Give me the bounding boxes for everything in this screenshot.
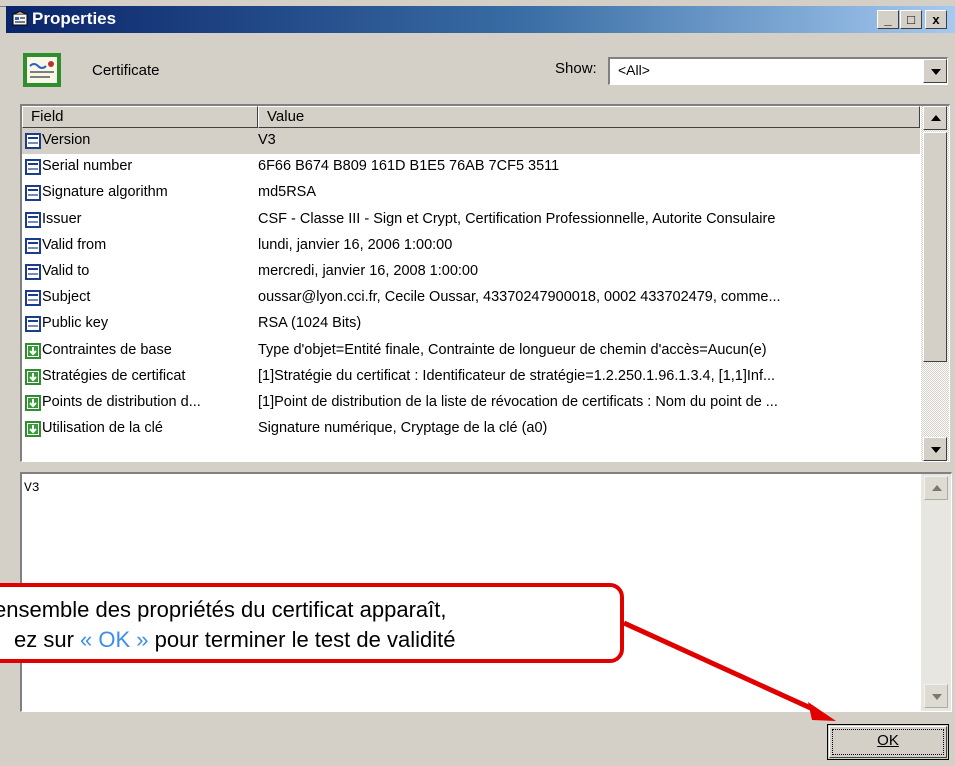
field-name: Valid from: [42, 236, 107, 253]
field-value: 6F66 B674 B809 161D B1E5 76AB 7CF5 3511: [258, 158, 560, 175]
ok-button[interactable]: OK: [827, 724, 949, 760]
list-header: Field Value: [22, 106, 920, 128]
field-name: Serial number: [42, 158, 133, 175]
arrow-down-icon: [932, 694, 942, 700]
properties-icon: [12, 11, 28, 26]
field-value: RSA (1024 Bits): [258, 315, 362, 332]
field-name: Stratégies de certificat: [42, 367, 186, 384]
column-header-field[interactable]: Field: [22, 106, 258, 128]
close-icon: x: [932, 12, 940, 27]
detail-scroll-up-button[interactable]: [924, 476, 948, 500]
field-value: md5RSA: [258, 184, 317, 201]
field-value: oussar@lyon.cci.fr, Cecile Oussar, 43370…: [258, 289, 781, 306]
callout-line-1: ensemble des propriétés du certificat ap…: [0, 597, 447, 622]
field-name: Contraintes de base: [42, 341, 172, 358]
column-header-value[interactable]: Value: [258, 106, 920, 128]
show-dropdown[interactable]: <All>: [608, 57, 948, 85]
table-row[interactable]: Issuer CSF - Classe III - Sign et Crypt, …: [22, 207, 920, 233]
list-rows: Version V3 Serial number 6F66 B674 B809 161…: [22, 128, 920, 442]
detail-text: V3: [24, 480, 40, 495]
detail-scroll-down-button[interactable]: [924, 684, 948, 708]
field-value: mercredi, janvier 16, 2008 1:00:00: [258, 262, 479, 279]
table-row[interactable]: Signature algorithm md5RSA: [22, 180, 920, 206]
callout-line-2: ez sur « OK » pour terminer le test de v…: [14, 627, 455, 653]
certificate-label: Certificate: [92, 62, 160, 79]
field-icon: [25, 290, 41, 307]
callout-ok-highlight: « OK »: [80, 627, 149, 652]
field-name: Public key: [42, 315, 109, 332]
field-value: [1]Point de distribution de la liste de …: [258, 393, 778, 410]
field-icon: [25, 263, 41, 280]
table-row[interactable]: Serial number 6F66 B674 B809 161D B1E5 76…: [22, 154, 920, 180]
chevron-down-icon: [931, 69, 941, 75]
extension-icon: [25, 421, 41, 438]
scroll-up-button[interactable]: [923, 106, 947, 130]
field-name: Issuer: [42, 210, 82, 227]
instruction-callout: ensemble des propriétés du certificat ap…: [0, 583, 624, 663]
table-row[interactable]: Subject oussar@lyon.cci.fr, Cecile Oussar…: [22, 285, 920, 311]
field-name: Signature algorithm: [42, 184, 168, 201]
certificate-icon: [23, 53, 61, 87]
show-label: Show:: [555, 60, 597, 77]
table-row[interactable]: Contraintes de base Type d'objet=Entité f…: [22, 338, 920, 364]
field-value: [1]Stratégie du certificat : Identificat…: [258, 367, 776, 384]
field-value: V3: [258, 132, 276, 148]
detail-scrollbar[interactable]: [921, 474, 951, 711]
minimize-icon: _: [884, 12, 892, 27]
field-value: Type d'objet=Entité finale, Contrainte d…: [258, 341, 767, 358]
extension-icon: [25, 342, 41, 359]
table-row[interactable]: Valid to mercredi, janvier 16, 2008 1:00:…: [22, 259, 920, 285]
list-scrollbar[interactable]: [921, 106, 949, 461]
table-row[interactable]: Public key RSA (1024 Bits): [22, 311, 920, 337]
table-row[interactable]: Valid from lundi, janvier 16, 2006 1:00:0…: [22, 233, 920, 259]
extension-icon: [25, 394, 41, 411]
scroll-thumb[interactable]: [923, 132, 947, 362]
field-value: Signature numérique, Cryptage de la clé …: [258, 420, 548, 437]
field-icon: [25, 211, 41, 228]
field-name: Subject: [42, 289, 91, 306]
table-row[interactable]: Points de distribution d... [1]Point de d…: [22, 390, 920, 416]
table-row[interactable]: Version V3: [22, 128, 920, 155]
callout-text-after: pour terminer le test de validité: [148, 627, 456, 652]
minimize-button[interactable]: _: [877, 10, 899, 29]
field-value: CSF - Classe III - Sign et Crypt, Certif…: [258, 210, 776, 227]
field-name: Points de distribution d...: [42, 393, 201, 410]
field-name: Utilisation de la clé: [42, 420, 163, 437]
table-row[interactable]: Utilisation de la clé Signature numérique…: [22, 416, 920, 442]
fields-list[interactable]: Field Value Version V3 Serial number 6F66 B…: [20, 104, 950, 462]
field-name: Version: [42, 132, 91, 148]
scroll-down-button[interactable]: [923, 437, 947, 461]
window-title: Properties: [32, 9, 117, 28]
callout-text-before: ez sur: [14, 627, 81, 652]
maximize-icon: □: [907, 12, 915, 27]
field-icon: [25, 237, 41, 254]
field-icon: [25, 159, 41, 176]
show-value: <All>: [618, 62, 650, 78]
field-value: lundi, janvier 16, 2006 1:00:00: [258, 236, 453, 253]
arrow-up-icon: [931, 115, 941, 121]
field-icon: [25, 133, 41, 149]
extension-icon: [25, 368, 41, 385]
ok-label: OK: [877, 732, 899, 749]
close-button[interactable]: x: [925, 10, 947, 29]
title-bar[interactable]: Properties _ □ x: [6, 6, 955, 33]
field-icon: [25, 185, 41, 202]
table-row[interactable]: Stratégies de certificat [1]Stratégie du …: [22, 364, 920, 390]
field-icon: [25, 316, 41, 333]
maximize-button[interactable]: □: [900, 10, 922, 29]
arrow-up-icon: [932, 485, 942, 491]
field-name: Valid to: [42, 262, 90, 279]
arrow-down-icon: [931, 447, 941, 453]
dropdown-button[interactable]: [923, 59, 947, 83]
